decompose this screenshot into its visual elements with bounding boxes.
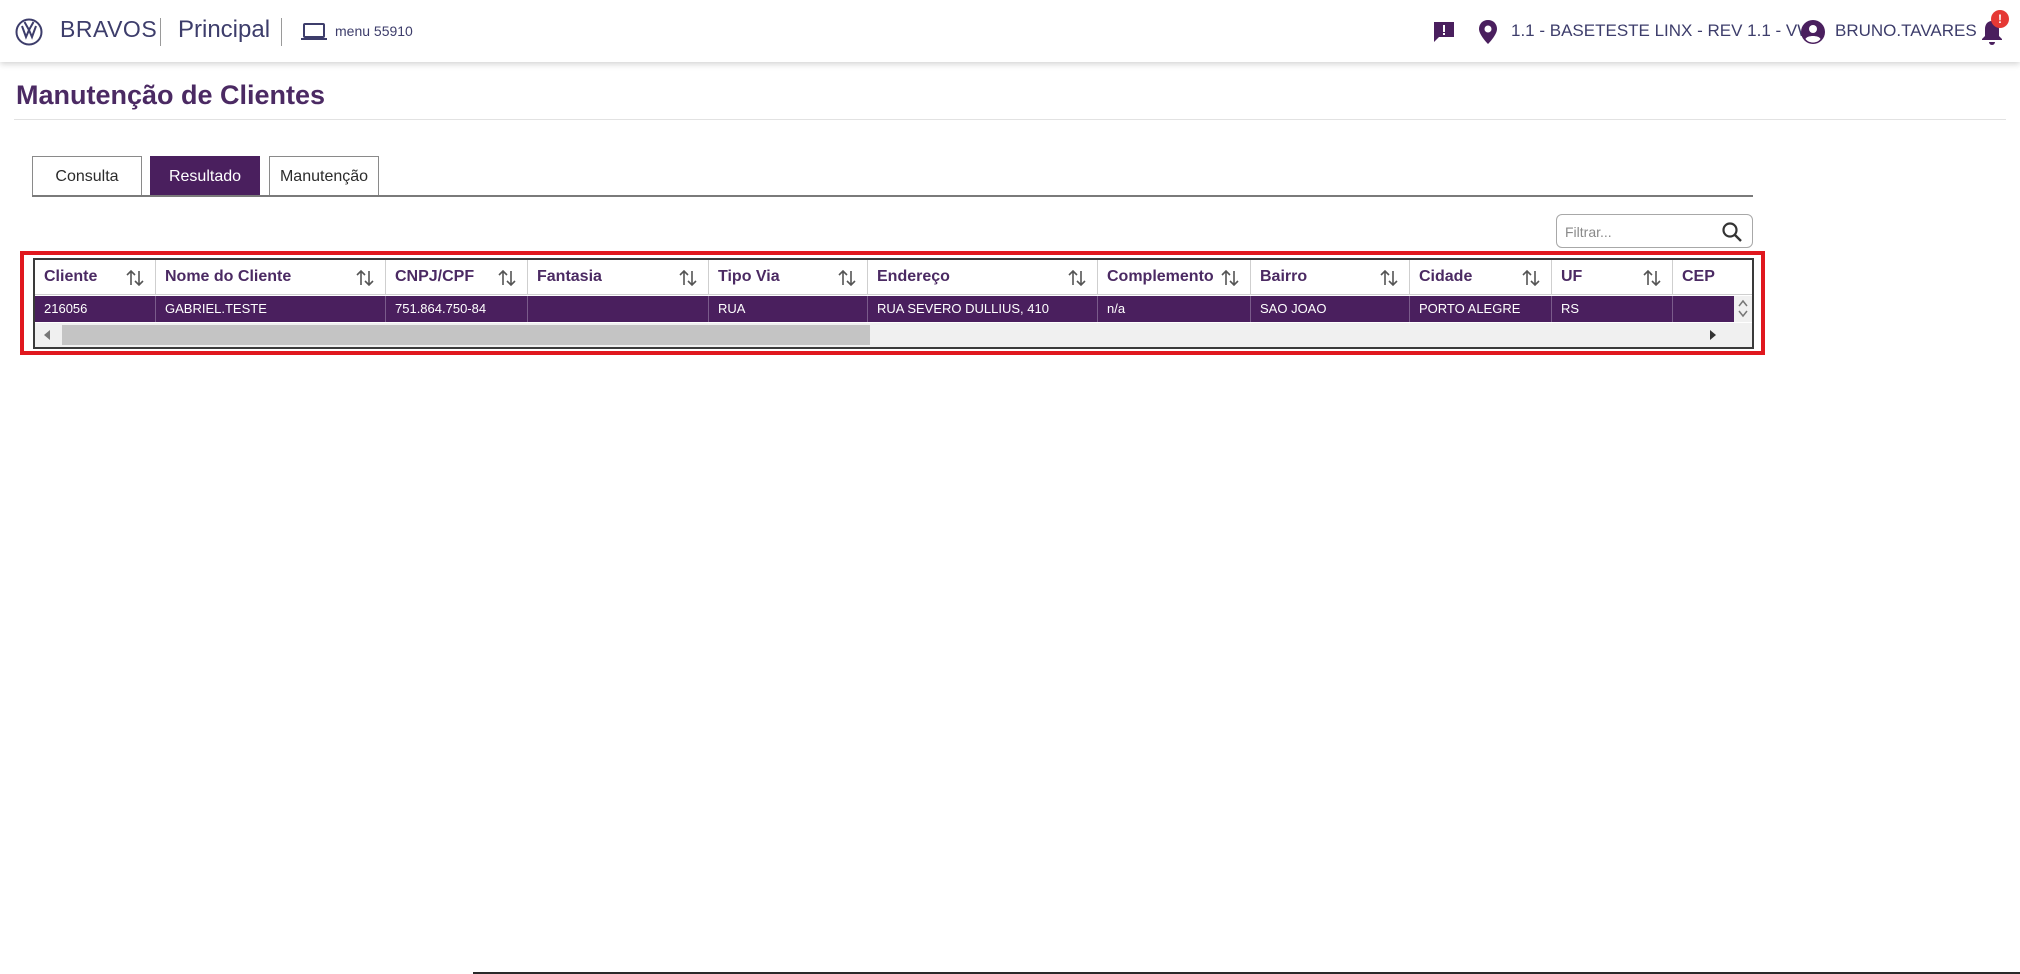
cell-complemento: n/a <box>1098 296 1251 322</box>
vw-logo-icon[interactable] <box>15 18 43 46</box>
tab-manutencao[interactable]: Manutenção <box>269 156 379 196</box>
scrollbar-thumb[interactable] <box>62 325 870 345</box>
column-header-cnpj-cpf[interactable]: CNPJ/CPF <box>386 260 528 295</box>
sort-icon[interactable] <box>1067 269 1087 287</box>
brand-name: BRAVOS <box>60 16 158 42</box>
cell-fantasia <box>528 296 709 322</box>
feedback-icon[interactable] <box>1432 20 1456 44</box>
scroll-up-icon[interactable] <box>1738 299 1748 307</box>
column-header-label: Cliente <box>44 268 98 285</box>
title-divider <box>14 119 2006 120</box>
column-header-cep[interactable]: CEP <box>1673 260 1752 295</box>
column-header-label: UF <box>1561 268 1583 285</box>
column-header-label: Nome do Cliente <box>165 268 292 285</box>
column-header-label: CNPJ/CPF <box>395 268 475 285</box>
filter-input[interactable] <box>1565 221 1715 243</box>
user-avatar-icon[interactable] <box>1800 19 1826 45</box>
sort-icon[interactable] <box>125 269 145 287</box>
cell-bairro: SAO JOAO <box>1251 296 1410 322</box>
cell-cliente: 216056 <box>35 296 156 322</box>
column-header-label: Endereço <box>877 268 950 285</box>
column-header-nome-do-cliente[interactable]: Nome do Cliente <box>156 260 386 295</box>
column-header-label: Tipo Via <box>718 268 780 285</box>
horizontal-scrollbar[interactable] <box>35 323 1752 347</box>
column-header-label: CEP <box>1682 268 1715 285</box>
cell-cidade: PORTO ALEGRE <box>1410 296 1552 322</box>
column-header-label: Fantasia <box>537 268 602 285</box>
table-row[interactable]: 216056 GABRIEL.TESTE 751.864.750-84 RUA … <box>35 296 1752 322</box>
cell-tipo-via: RUA <box>709 296 868 322</box>
cell-cnpj-cpf: 751.864.750-84 <box>386 296 528 322</box>
grid-header: Cliente Nome do Cliente CNPJ/CPF Fantasi… <box>35 260 1752 295</box>
menu-code: menu 55910 <box>335 23 413 39</box>
filter-box <box>1556 214 1753 248</box>
results-grid: Cliente Nome do Cliente CNPJ/CPF Fantasi… <box>33 258 1754 349</box>
page-title: Manutenção de Clientes <box>16 80 326 110</box>
sort-icon[interactable] <box>355 269 375 287</box>
sort-icon[interactable] <box>1220 269 1240 287</box>
scroll-left-icon[interactable] <box>43 330 51 340</box>
column-header-label: Bairro <box>1260 268 1308 285</box>
divider <box>281 18 282 46</box>
vertical-scrollbar[interactable] <box>1734 296 1752 322</box>
sort-icon[interactable] <box>497 269 517 287</box>
scroll-down-icon[interactable] <box>1738 310 1748 318</box>
column-header-bairro[interactable]: Bairro <box>1251 260 1410 295</box>
cell-nome-do-cliente: GABRIEL.TESTE <box>156 296 386 322</box>
column-header-tipo-via[interactable]: Tipo Via <box>709 260 868 295</box>
sort-icon[interactable] <box>1642 269 1662 287</box>
divider <box>160 18 161 46</box>
search-icon[interactable] <box>1721 221 1743 243</box>
sort-icon[interactable] <box>837 269 857 287</box>
column-header-fantasia[interactable]: Fantasia <box>528 260 709 295</box>
tab-consulta[interactable]: Consulta <box>32 156 142 196</box>
column-header-label: Cidade <box>1419 268 1473 285</box>
scroll-right-icon[interactable] <box>1709 330 1717 340</box>
location-pin-icon <box>1479 20 1497 44</box>
column-header-cidade[interactable]: Cidade <box>1410 260 1552 295</box>
column-header-endereco[interactable]: Endereço <box>868 260 1098 295</box>
sort-icon[interactable] <box>1379 269 1399 287</box>
sort-icon[interactable] <box>1521 269 1541 287</box>
column-header-uf[interactable]: UF <box>1552 260 1673 295</box>
top-bar: BRAVOS Principal menu 55910 1.1 - BASETE… <box>0 0 2020 62</box>
column-header-label: Complemento <box>1107 268 1214 285</box>
sort-icon[interactable] <box>678 269 698 287</box>
cell-uf: RS <box>1552 296 1673 322</box>
notification-badge: ! <box>1991 10 2009 28</box>
laptop-icon <box>301 23 327 40</box>
location-label[interactable]: 1.1 - BASETESTE LINX - REV 1.1 - VW <box>1511 21 1813 41</box>
section-name: Principal <box>178 16 271 43</box>
column-header-complemento[interactable]: Complemento <box>1098 260 1251 295</box>
tab-resultado[interactable]: Resultado <box>150 156 260 196</box>
cell-endereco: RUA SEVERO DULLIUS, 410 <box>868 296 1098 322</box>
cell-cep <box>1673 296 1734 322</box>
tabs-divider <box>32 195 1753 197</box>
username-label[interactable]: BRUNO.TAVARES <box>1835 21 1977 41</box>
column-header-cliente[interactable]: Cliente <box>35 260 156 295</box>
